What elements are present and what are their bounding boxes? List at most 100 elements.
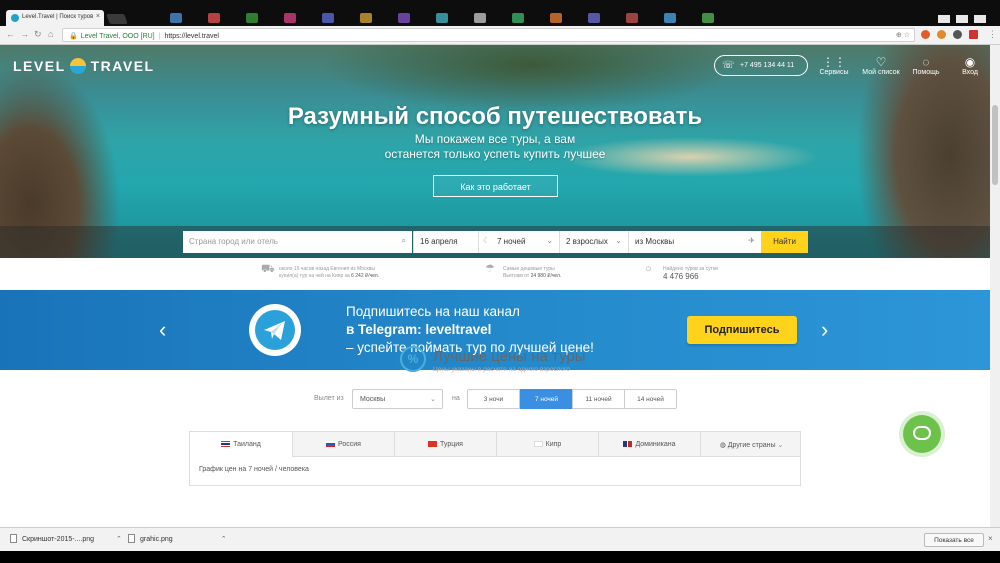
address-bar: ← → ↻ ⌂ 🔒 Level Travel, OOO [RU] | https://… <box>0 26 1000 45</box>
show-all-downloads-button[interactable]: Показать все <box>924 533 984 547</box>
nav-help[interactable]: ◌ Помощь <box>908 55 944 76</box>
hero-subtitle-2: останется только успеть купить лучшее <box>384 147 606 161</box>
banner-next-icon[interactable]: › <box>821 317 828 343</box>
cart-icon: ⛟ <box>261 263 275 275</box>
home-icon[interactable]: ⌂ <box>48 29 53 39</box>
chevron-down-icon: ⌄ <box>615 236 622 245</box>
browser-tabstrip: Level.Travel | Поиск туров × <box>0 0 1000 26</box>
stat-line1: Самые дешевые туры <box>503 266 555 272</box>
extension-icon[interactable] <box>921 30 930 39</box>
tab-russia[interactable]: Россия <box>292 432 394 457</box>
from-label: Вылет из <box>314 395 344 402</box>
forward-icon[interactable]: → <box>20 29 29 39</box>
extension-icon[interactable] <box>953 30 962 39</box>
departure-city-field[interactable]: из Москвы ✈ <box>628 231 761 253</box>
nights-option-11[interactable]: 11 ночей <box>572 389 625 409</box>
nav-services[interactable]: ⋮⋮ Сервисы <box>817 55 851 76</box>
app-icon[interactable] <box>588 13 600 23</box>
phone-icon: ☏ <box>722 60 735 71</box>
logo-sun-icon <box>69 58 86 74</box>
user-icon: ◉ <box>964 55 976 69</box>
tab-close-icon[interactable]: × <box>96 13 100 20</box>
omnibox-icons: ⊕ ☆ <box>896 31 910 39</box>
tab-turkey[interactable]: Турция <box>394 432 496 457</box>
subscribe-button[interactable]: Подпишитесь <box>687 316 797 344</box>
how-it-works-button[interactable]: Как это работает <box>433 175 558 197</box>
date-value: 16 апреля <box>420 237 458 246</box>
chevron-up-icon[interactable]: ⌃ <box>221 536 227 543</box>
app-icon[interactable] <box>436 13 448 23</box>
travelers-select[interactable]: 2 взрослых ⌄ <box>559 231 628 253</box>
departure-select-value: Москвы <box>360 396 386 403</box>
app-icon[interactable] <box>170 13 182 23</box>
minimize-icon[interactable] <box>938 15 950 23</box>
chevron-up-icon[interactable]: ⌃ <box>116 536 122 543</box>
app-icon[interactable] <box>626 13 638 23</box>
stat-last-purchase: ⛟ около 15 часов назад Евгения из Москвы… <box>261 264 429 280</box>
find-button[interactable]: Найти <box>761 231 808 253</box>
app-icon[interactable] <box>550 13 562 23</box>
tab-dominican[interactable]: Доминикана <box>598 432 700 457</box>
magnifier-icon: ○ <box>645 263 652 275</box>
url-field[interactable]: 🔒 Level Travel, OOO [RU] | https://level.tr… <box>62 28 915 42</box>
app-icon[interactable] <box>284 13 296 23</box>
tab-cyprus[interactable]: Кипр <box>496 432 598 457</box>
hero-title: Разумный способ путешествовать <box>287 103 703 130</box>
extension-icon[interactable] <box>969 30 978 39</box>
bulb-icon: ◌ <box>922 55 930 69</box>
best-prices-title: Лучшие цены на туры <box>433 348 586 365</box>
chat-button[interactable] <box>903 415 941 453</box>
nav-my-list[interactable]: ♡ Мой список <box>858 55 904 76</box>
nights-option-14[interactable]: 14 ночей <box>624 389 677 409</box>
search-icon: ⌕ <box>401 236 406 245</box>
nights-select[interactable]: ☾ 7 ночей ⌄ <box>478 231 559 253</box>
page-scrollbar[interactable] <box>990 45 1000 527</box>
chat-bubble-icon <box>913 426 931 440</box>
maximize-icon[interactable] <box>956 15 968 23</box>
nights-option-7[interactable]: 7 ночей <box>520 389 573 409</box>
download-item[interactable]: grahic.png ⌃ <box>128 534 227 543</box>
destination-input[interactable]: Страна город или отель ⌕ <box>183 231 412 253</box>
scrollbar-thumb[interactable] <box>992 105 998 185</box>
app-icon[interactable] <box>702 13 714 23</box>
close-downloads-icon[interactable]: × <box>988 534 993 543</box>
star-icon[interactable]: ☆ <box>904 32 910 39</box>
plane-icon: ✈ <box>748 236 755 245</box>
download-item[interactable]: Скриншот-2015-....png ⌃ <box>10 534 122 543</box>
tab-label: Таиланд <box>233 441 261 448</box>
app-icon[interactable] <box>512 13 524 23</box>
app-icon[interactable] <box>360 13 372 23</box>
nights-option-3[interactable]: 3 ночи <box>467 389 520 409</box>
target-icon[interactable]: ⊕ <box>896 32 902 39</box>
russia-flag-icon <box>326 441 336 447</box>
departure-select[interactable]: Москвы ⌄ <box>352 389 443 409</box>
new-tab-button[interactable] <box>106 14 128 24</box>
app-icon[interactable] <box>398 13 410 23</box>
nav-label: Помощь <box>912 69 940 76</box>
site-favicon-icon <box>11 14 19 22</box>
banner-prev-icon[interactable]: ‹ <box>159 317 166 343</box>
close-window-icon[interactable] <box>974 15 986 23</box>
extension-icon[interactable] <box>937 30 946 39</box>
tab-other-countries[interactable]: ◍ Другие страны ⌄ <box>700 432 802 457</box>
phone-button[interactable]: ☏ +7 495 134 44 11 <box>714 55 808 76</box>
app-icon[interactable] <box>474 13 486 23</box>
app-icon[interactable] <box>322 13 334 23</box>
reload-icon[interactable]: ↻ <box>34 29 42 40</box>
thailand-flag-icon <box>221 441 231 447</box>
app-icon[interactable] <box>208 13 220 23</box>
tab-label: Турция <box>440 441 463 448</box>
app-icon[interactable] <box>246 13 258 23</box>
best-prices-subtitle: Цены указаны в расчете на одного взросло… <box>433 366 571 373</box>
back-icon[interactable]: ← <box>6 29 15 39</box>
country-tabs: Таиланд Россия Турция Кипр Доминикана ◍ … <box>189 431 801 457</box>
tab-thailand[interactable]: Таиланд <box>190 432 292 457</box>
menu-icon[interactable]: ⋮ <box>988 29 997 40</box>
file-icon <box>10 534 17 543</box>
destination-placeholder: Страна город или отель <box>189 237 278 246</box>
stat-line2: купил(а) тур на чей на Кипр за <box>279 273 350 279</box>
browser-tab[interactable]: Level.Travel | Поиск туров × <box>6 10 104 26</box>
site-logo[interactable]: LEVEL TRAVEL <box>13 58 155 74</box>
nav-login[interactable]: ◉ Вход <box>955 55 985 76</box>
app-icon[interactable] <box>664 13 676 23</box>
